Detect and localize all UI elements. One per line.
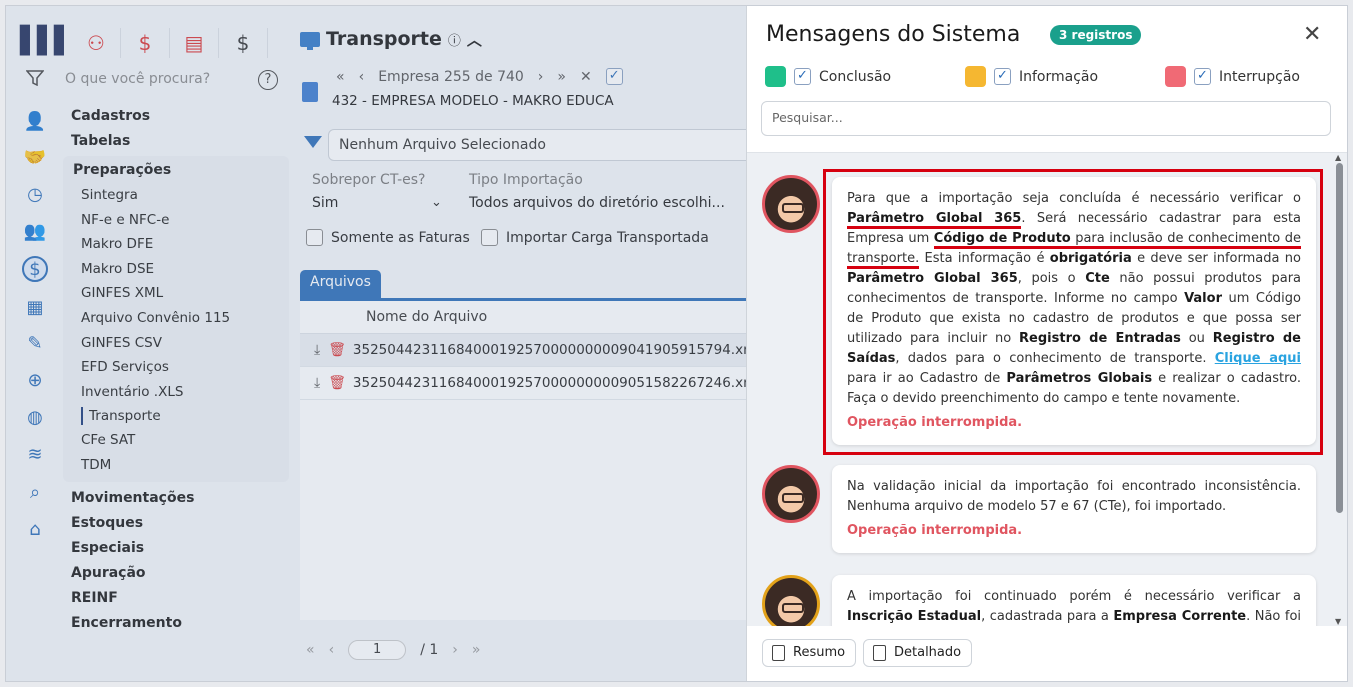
message-card: Para que a importação seja concluída é n… bbox=[832, 177, 1316, 445]
message-text: Para que a importação seja concluída é n… bbox=[847, 191, 1302, 406]
messages-list: Para que a importação seja concluída é n… bbox=[747, 152, 1347, 626]
panel-title: Mensagens do Sistema bbox=[766, 22, 1021, 47]
count-badge: 3 registros bbox=[1050, 25, 1142, 45]
legend-conclusao[interactable]: ✓ Conclusão bbox=[765, 66, 891, 87]
modal-dim[interactable] bbox=[6, 6, 746, 681]
interrupcao-checkbox[interactable]: ✓ bbox=[1194, 68, 1211, 85]
app-window: ▌▌▌ 👤 🤝 ◷ 👥 $ ▦ ✎ ⊕ ◍ ≋ ⌕ ⌂ ⚇ $ ▤ $ O qu… bbox=[5, 5, 1348, 682]
scrollbar[interactable] bbox=[1336, 163, 1343, 513]
interrupted-label: Operação interrompida. bbox=[847, 523, 1023, 538]
legend-interrupcao[interactable]: ✓ Interrupção bbox=[1165, 66, 1300, 87]
messages-panel: Mensagens do Sistema 3 registros ✕ ✓ Con… bbox=[746, 6, 1347, 681]
scroll-up-icon[interactable]: ▲ bbox=[1335, 153, 1341, 162]
avatar bbox=[762, 465, 820, 523]
document-lines-icon bbox=[873, 645, 886, 661]
clique-aqui-link[interactable]: Clique aqui bbox=[1215, 351, 1301, 366]
conclusao-checkbox[interactable]: ✓ bbox=[794, 68, 811, 85]
message-text: Na validação inicial da importação foi e… bbox=[847, 479, 1301, 514]
interrupted-label: Operação interrompida. bbox=[847, 415, 1023, 430]
detalhado-label: Detalhado bbox=[894, 645, 962, 660]
legend-label: Interrupção bbox=[1219, 68, 1300, 85]
document-icon bbox=[772, 645, 785, 661]
scroll-down-icon[interactable]: ▼ bbox=[1335, 617, 1341, 626]
avatar bbox=[762, 175, 820, 233]
red-swatch bbox=[1165, 66, 1186, 87]
avatar bbox=[762, 575, 820, 626]
resumo-button[interactable]: Resumo bbox=[762, 639, 857, 667]
detalhado-button[interactable]: Detalhado bbox=[863, 639, 973, 667]
green-swatch bbox=[765, 66, 786, 87]
message-text: A importação foi continuado porém é nece… bbox=[847, 589, 1302, 624]
messages-search-input[interactable]: Pesquisar... bbox=[761, 101, 1331, 136]
legend-label: Conclusão bbox=[819, 68, 892, 85]
legend-label: Informação bbox=[1019, 68, 1099, 85]
informacao-checkbox[interactable]: ✓ bbox=[994, 68, 1011, 85]
yellow-swatch bbox=[965, 66, 986, 87]
legend-informacao[interactable]: ✓ Informação bbox=[965, 66, 1098, 87]
resumo-label: Resumo bbox=[793, 645, 846, 660]
message-card: Na validação inicial da importação foi e… bbox=[832, 465, 1316, 553]
close-icon[interactable]: ✕ bbox=[1303, 22, 1321, 47]
message-card: A importação foi continuado porém é nece… bbox=[832, 575, 1316, 626]
